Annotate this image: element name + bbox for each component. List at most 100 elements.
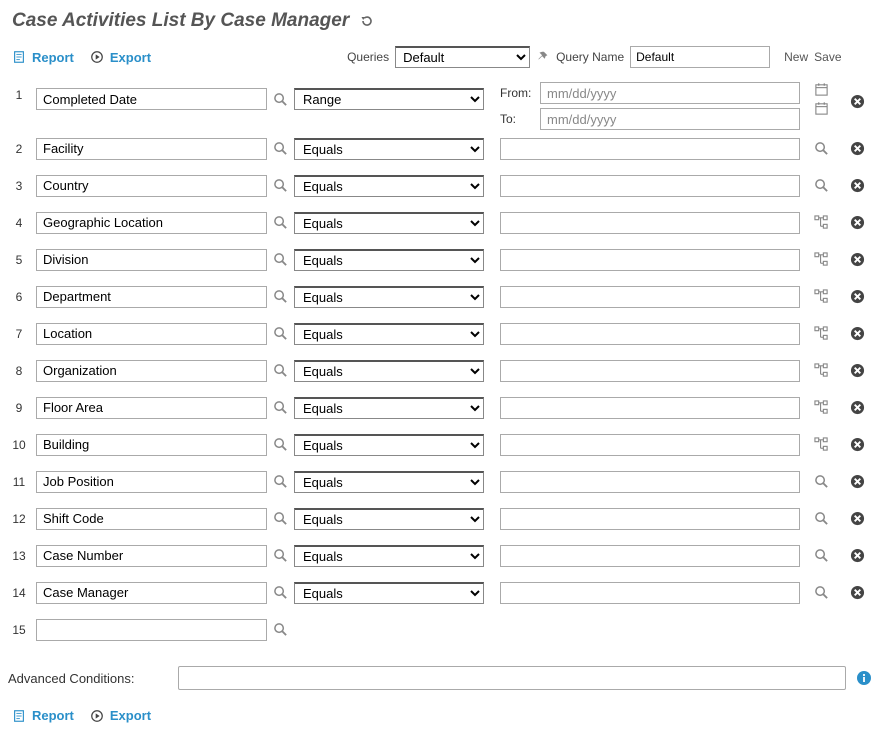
close-icon[interactable] <box>850 585 865 600</box>
search-icon[interactable] <box>814 548 829 563</box>
close-icon[interactable] <box>850 548 865 563</box>
search-icon[interactable] <box>273 289 288 304</box>
operator-select[interactable]: Equals <box>294 175 484 197</box>
report-icon[interactable] <box>12 50 26 64</box>
value-input[interactable] <box>500 249 800 271</box>
operator-select[interactable]: Equals <box>294 138 484 160</box>
tree-picker-icon[interactable] <box>814 252 829 267</box>
reset-icon[interactable] <box>359 13 375 29</box>
report-link[interactable]: Report <box>32 50 74 65</box>
close-icon[interactable] <box>850 94 865 109</box>
field-input[interactable] <box>36 434 267 456</box>
operator-select[interactable]: Equals <box>294 212 484 234</box>
calendar-icon[interactable] <box>814 82 829 97</box>
close-icon[interactable] <box>850 289 865 304</box>
field-input[interactable] <box>36 88 267 110</box>
field-input[interactable] <box>36 619 267 641</box>
close-icon[interactable] <box>850 178 865 193</box>
value-input[interactable] <box>500 360 800 382</box>
operator-select[interactable]: Equals <box>294 397 484 419</box>
operator-select[interactable]: Equals <box>294 286 484 308</box>
field-input[interactable] <box>36 582 267 604</box>
value-input[interactable] <box>500 508 800 530</box>
value-input[interactable] <box>500 212 800 234</box>
export-link[interactable]: Export <box>110 50 151 65</box>
search-icon[interactable] <box>273 585 288 600</box>
search-icon[interactable] <box>273 400 288 415</box>
operator-select[interactable]: Equals <box>294 434 484 456</box>
close-icon[interactable] <box>850 141 865 156</box>
field-input[interactable] <box>36 249 267 271</box>
field-input[interactable] <box>36 286 267 308</box>
field-input[interactable] <box>36 323 267 345</box>
report-icon[interactable] <box>12 709 26 723</box>
search-icon[interactable] <box>273 326 288 341</box>
tree-picker-icon[interactable] <box>814 363 829 378</box>
tree-picker-icon[interactable] <box>814 215 829 230</box>
value-input[interactable] <box>500 545 800 567</box>
calendar-icon[interactable] <box>814 101 829 116</box>
close-icon[interactable] <box>850 252 865 267</box>
value-input[interactable] <box>500 323 800 345</box>
from-date-input[interactable] <box>540 82 800 104</box>
close-icon[interactable] <box>850 400 865 415</box>
field-input[interactable] <box>36 471 267 493</box>
field-input[interactable] <box>36 545 267 567</box>
close-icon[interactable] <box>850 511 865 526</box>
operator-select[interactable]: Equals <box>294 471 484 493</box>
value-input[interactable] <box>500 397 800 419</box>
field-input[interactable] <box>36 212 267 234</box>
close-icon[interactable] <box>850 326 865 341</box>
field-input[interactable] <box>36 360 267 382</box>
pin-icon[interactable] <box>536 50 550 64</box>
value-input[interactable] <box>500 286 800 308</box>
field-input[interactable] <box>36 508 267 530</box>
queries-select[interactable]: Default <box>395 46 530 68</box>
search-icon[interactable] <box>273 92 288 107</box>
search-icon[interactable] <box>814 178 829 193</box>
search-icon[interactable] <box>273 511 288 526</box>
search-icon[interactable] <box>814 141 829 156</box>
tree-picker-icon[interactable] <box>814 400 829 415</box>
export-play-icon[interactable] <box>90 709 104 723</box>
search-icon[interactable] <box>273 474 288 489</box>
export-play-icon[interactable] <box>90 50 104 64</box>
value-input[interactable] <box>500 138 800 160</box>
tree-picker-icon[interactable] <box>814 326 829 341</box>
to-date-input[interactable] <box>540 108 800 130</box>
search-icon[interactable] <box>273 548 288 563</box>
query-name-input[interactable] <box>630 46 770 68</box>
advanced-conditions-input[interactable] <box>178 666 846 690</box>
value-input[interactable] <box>500 434 800 456</box>
search-icon[interactable] <box>273 252 288 267</box>
field-input[interactable] <box>36 175 267 197</box>
search-icon[interactable] <box>273 178 288 193</box>
operator-select[interactable]: Equals <box>294 508 484 530</box>
report-link-footer[interactable]: Report <box>32 708 74 723</box>
tree-picker-icon[interactable] <box>814 437 829 452</box>
search-icon[interactable] <box>273 215 288 230</box>
export-link-footer[interactable]: Export <box>110 708 151 723</box>
search-icon[interactable] <box>273 622 288 637</box>
value-input[interactable] <box>500 582 800 604</box>
search-icon[interactable] <box>273 141 288 156</box>
close-icon[interactable] <box>850 474 865 489</box>
search-icon[interactable] <box>814 585 829 600</box>
close-icon[interactable] <box>850 215 865 230</box>
operator-select[interactable]: Equals <box>294 249 484 271</box>
search-icon[interactable] <box>273 437 288 452</box>
operator-select[interactable]: Range <box>294 88 484 110</box>
operator-select[interactable]: Equals <box>294 582 484 604</box>
info-icon[interactable] <box>856 670 872 686</box>
field-input[interactable] <box>36 397 267 419</box>
value-input[interactable] <box>500 175 800 197</box>
save-link[interactable]: Save <box>814 50 841 64</box>
value-input[interactable] <box>500 471 800 493</box>
tree-picker-icon[interactable] <box>814 289 829 304</box>
close-icon[interactable] <box>850 363 865 378</box>
search-icon[interactable] <box>814 511 829 526</box>
search-icon[interactable] <box>814 474 829 489</box>
search-icon[interactable] <box>273 363 288 378</box>
operator-select[interactable]: Equals <box>294 360 484 382</box>
operator-select[interactable]: Equals <box>294 545 484 567</box>
